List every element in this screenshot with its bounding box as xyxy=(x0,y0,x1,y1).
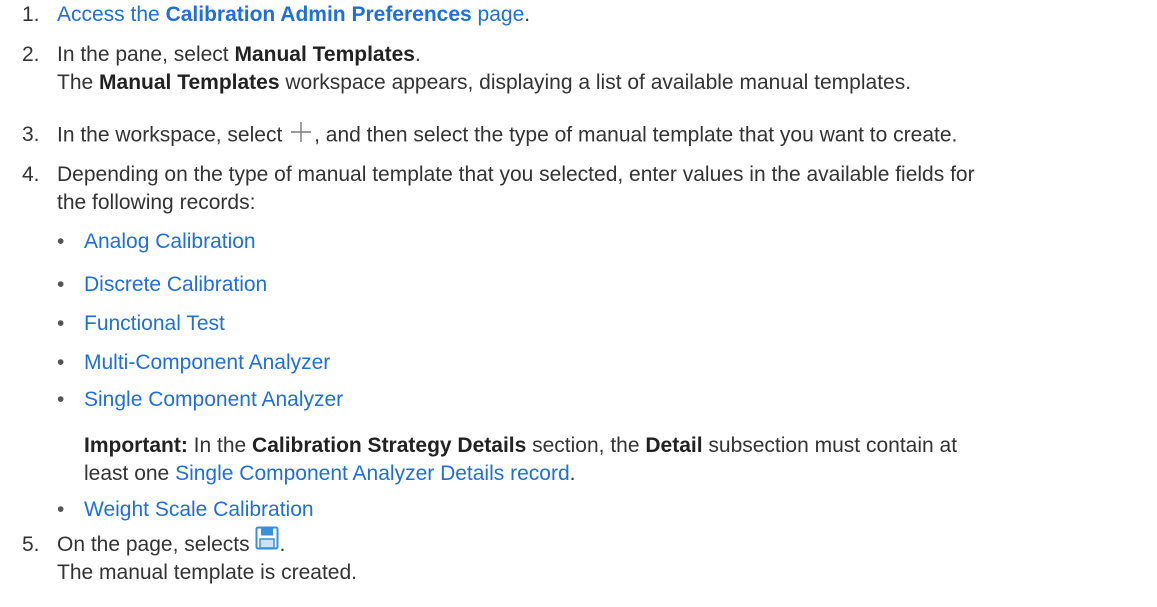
single-component-analyzer-details-link[interactable]: Single Component Analyzer Details record xyxy=(175,462,570,485)
step-number: 4. xyxy=(22,163,40,186)
save-icon xyxy=(255,526,279,558)
step-number: 5. xyxy=(22,533,40,556)
analog-calibration-link[interactable]: Analog Calibration xyxy=(84,228,256,256)
single-component-analyzer-link[interactable]: Single Component Analyzer xyxy=(84,386,343,414)
note-label: Important: xyxy=(84,434,188,457)
multi-component-analyzer-link[interactable]: Multi-Component Analyzer xyxy=(84,349,330,377)
discrete-calibration-link[interactable]: Discrete Calibration xyxy=(84,271,267,299)
step-number: 1. xyxy=(22,3,40,26)
procedure-document: 1. Access the Calibration Admin Preferen… xyxy=(0,0,1157,607)
plus-icon xyxy=(290,121,312,151)
functional-test-link[interactable]: Functional Test xyxy=(84,310,225,338)
step-result: The Manual Templates workspace appears, … xyxy=(57,71,912,94)
step-result: The manual template is created. xyxy=(57,561,357,584)
step-number: 3. xyxy=(22,123,40,146)
step-instruction: In the pane, select Manual Templates. xyxy=(57,43,421,66)
important-note: Important: In the Calibration Strategy D… xyxy=(84,434,958,485)
step-number: 2. xyxy=(22,43,40,66)
calibration-admin-preferences-link[interactable]: Access the Calibration Admin Preferences… xyxy=(57,3,524,26)
weight-scale-calibration-link[interactable]: Weight Scale Calibration xyxy=(84,496,314,524)
